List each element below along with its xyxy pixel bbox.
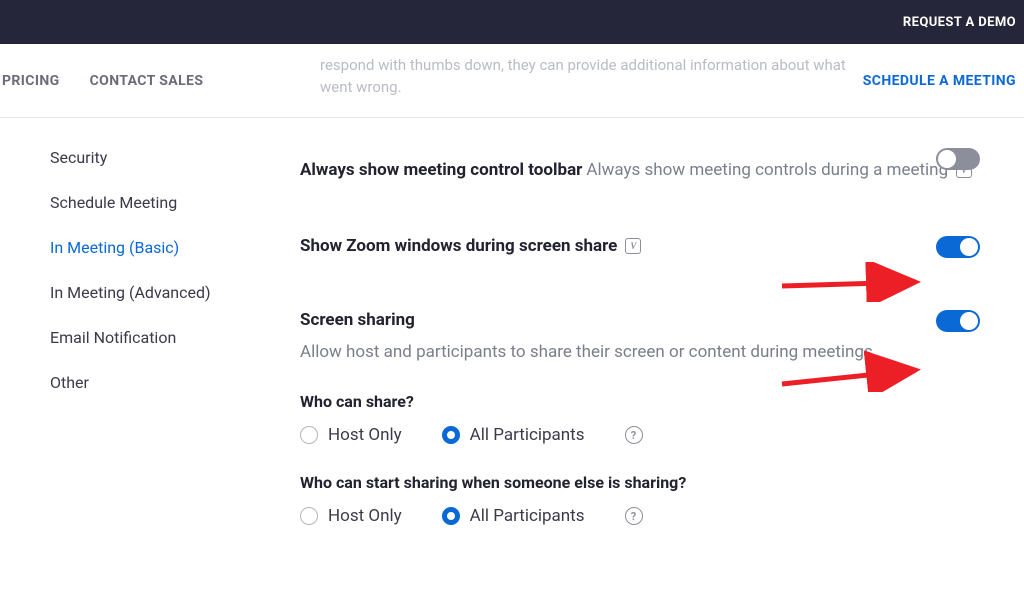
setting-meeting-toolbar: Always show meeting control toolbar Alwa…: [300, 148, 980, 182]
sidebar-item-schedule-meeting[interactable]: Schedule Meeting: [50, 193, 300, 212]
help-icon[interactable]: ?: [625, 426, 643, 444]
sidebar-item-other[interactable]: Other: [50, 373, 300, 392]
toggle-knob: [938, 150, 956, 168]
radio-label: Host Only: [328, 425, 402, 445]
main-area: Security Schedule Meeting In Meeting (Ba…: [0, 118, 1024, 566]
verified-icon: V: [625, 238, 641, 254]
radio-icon: [442, 426, 460, 444]
setting-title: Always show meeting control toolbar: [300, 160, 582, 180]
schedule-meeting-link[interactable]: SCHEDULE A MEETING: [863, 73, 1016, 89]
top-banner: REQUEST A DEMO: [0, 0, 1024, 44]
request-demo-link[interactable]: REQUEST A DEMO: [903, 15, 1016, 30]
toggle-knob: [960, 238, 978, 256]
help-icon[interactable]: ?: [625, 507, 643, 525]
sidebar-item-email-notification[interactable]: Email Notification: [50, 328, 300, 347]
who-can-start-label: Who can start sharing when someone else …: [300, 473, 980, 492]
sidebar-item-in-meeting-advanced[interactable]: In Meeting (Advanced): [50, 283, 300, 302]
prev-setting-desc-overflow: respond with thumbs down, they can provi…: [320, 54, 880, 98]
who-can-share-label: Who can share?: [300, 392, 980, 411]
setting-title-text: Always show meeting control toolbar: [300, 160, 582, 180]
setting-title: Screen sharing: [300, 310, 415, 330]
setting-desc: Always show meeting controls during a me…: [586, 158, 972, 182]
settings-sidebar: Security Schedule Meeting In Meeting (Ba…: [0, 148, 300, 566]
toggle-knob: [960, 312, 978, 330]
nav-pricing[interactable]: PRICING: [2, 73, 60, 89]
setting-desc: Allow host and participants to share the…: [300, 340, 873, 364]
toggle-meeting-toolbar[interactable]: [936, 148, 980, 170]
setting-title: Show Zoom windows during screen share V: [300, 236, 641, 256]
radio-icon: [442, 507, 460, 525]
who-can-start-options: Host Only All Participants ?: [300, 506, 980, 526]
radio-all-participants[interactable]: All Participants: [442, 425, 585, 445]
setting-show-zoom-windows: Show Zoom windows during screen share V: [300, 236, 980, 256]
toggle-screen-sharing[interactable]: [936, 310, 980, 332]
radio-label: All Participants: [470, 425, 585, 445]
setting-title-text: Show Zoom windows during screen share: [300, 236, 617, 256]
radio-all-participants[interactable]: All Participants: [442, 506, 585, 526]
radio-icon: [300, 426, 318, 444]
nav-contact-sales[interactable]: CONTACT SALES: [90, 73, 204, 89]
toggle-show-zoom-windows[interactable]: [936, 236, 980, 258]
radio-host-only[interactable]: Host Only: [300, 506, 402, 526]
setting-title-text: Screen sharing: [300, 310, 415, 330]
radio-label: Host Only: [328, 506, 402, 526]
sub-header: PRICING CONTACT SALES respond with thumb…: [0, 44, 1024, 118]
settings-content: Always show meeting control toolbar Alwa…: [300, 148, 1000, 566]
who-can-share-options: Host Only All Participants ?: [300, 425, 980, 445]
sidebar-item-in-meeting-basic[interactable]: In Meeting (Basic): [50, 238, 300, 257]
radio-label: All Participants: [470, 506, 585, 526]
setting-desc-text: Always show meeting controls during a me…: [586, 158, 948, 182]
setting-desc-text: Allow host and participants to share the…: [300, 340, 873, 364]
setting-screen-sharing: Screen sharing Allow host and participan…: [300, 310, 980, 526]
radio-icon: [300, 507, 318, 525]
radio-host-only[interactable]: Host Only: [300, 425, 402, 445]
sidebar-item-security[interactable]: Security: [50, 148, 300, 167]
